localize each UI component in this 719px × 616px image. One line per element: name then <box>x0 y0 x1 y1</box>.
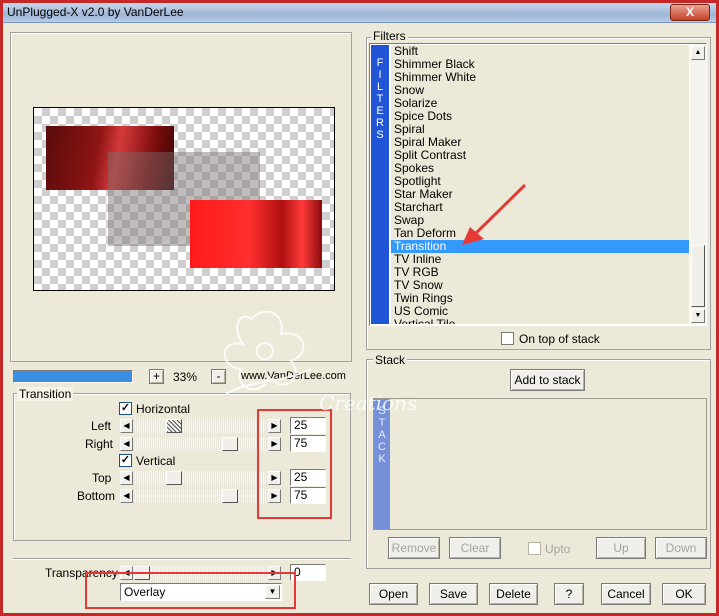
filter-item[interactable]: Shimmer White <box>391 71 689 84</box>
left-slider-thumb[interactable] <box>166 419 182 433</box>
open-button[interactable]: Open <box>369 583 418 605</box>
preview-canvas[interactable] <box>33 107 335 291</box>
help-button[interactable]: ? <box>554 583 584 605</box>
left-decrease-button[interactable]: ◀ <box>120 419 133 433</box>
left-slider-track[interactable] <box>134 419 267 433</box>
right-slider-track[interactable] <box>134 437 267 451</box>
scroll-down-button[interactable]: ▼ <box>691 309 705 323</box>
progress-bar <box>13 370 133 383</box>
filters-list[interactable]: Shift Shimmer Black Shimmer White Snow Solar… <box>391 45 689 324</box>
filters-band: FILTERS <box>371 45 389 324</box>
transition-group-title: Transition <box>17 387 74 401</box>
red-arrow-annotation <box>462 183 527 245</box>
upto-checkbox[interactable] <box>528 542 541 555</box>
horizontal-label: Horizontal <box>136 402 191 416</box>
preview-block-red <box>190 200 322 268</box>
filter-item[interactable]: Spice Dots <box>391 110 689 123</box>
stack-band: STACK <box>374 399 390 529</box>
bottom-decrease-button[interactable]: ◀ <box>120 489 133 503</box>
filters-scrollbar[interactable]: ▲ ▼ <box>690 45 706 324</box>
cancel-button[interactable]: Cancel <box>601 583 651 605</box>
bottom-label: Bottom <box>77 489 116 503</box>
filters-listbox[interactable]: FILTERS Shift Shimmer Black Shimmer White S… <box>369 43 707 326</box>
window-title: UnPlugged-X v2.0 by VanDerLee <box>7 5 184 19</box>
top-decrease-button[interactable]: ◀ <box>120 471 133 485</box>
zoom-value: 33% <box>173 370 198 384</box>
right-decrease-button[interactable]: ◀ <box>120 437 133 451</box>
remove-button[interactable]: Remove <box>388 537 440 559</box>
right-label: Right <box>85 437 114 451</box>
filter-item[interactable]: Starchart <box>391 201 689 214</box>
close-button[interactable]: X <box>670 4 710 21</box>
values-highlight-box <box>257 409 332 519</box>
ok-button[interactable]: OK <box>662 583 706 605</box>
filter-item[interactable]: Split Contrast <box>391 149 689 162</box>
progress-fill <box>14 371 132 382</box>
up-button[interactable]: Up <box>596 537 646 559</box>
stack-listbox[interactable]: STACK <box>373 398 707 530</box>
scroll-thumb[interactable] <box>691 245 705 307</box>
blend-highlight-box <box>85 572 296 609</box>
zoom-in-button[interactable]: + <box>149 369 164 384</box>
on-top-label: On top of stack <box>519 332 600 346</box>
delete-button[interactable]: Delete <box>489 583 538 605</box>
title-bar[interactable]: UnPlugged-X v2.0 by VanDerLee X <box>3 3 716 23</box>
stack-group-title: Stack <box>373 353 408 367</box>
down-button[interactable]: Down <box>655 537 707 559</box>
stack-band-label: STACK <box>378 405 386 465</box>
plugin-window: UnPlugged-X v2.0 by VanDerLee X + 33% - … <box>0 0 719 616</box>
on-top-checkbox[interactable] <box>501 332 514 345</box>
website-link[interactable]: www.VanDerLee.com <box>241 370 346 382</box>
clear-button[interactable]: Clear <box>449 537 501 559</box>
horizontal-checkbox[interactable]: ✓ <box>119 402 132 415</box>
vertical-checkbox[interactable]: ✓ <box>119 454 132 467</box>
bottom-slider-track[interactable] <box>134 489 267 503</box>
add-to-stack-button[interactable]: Add to stack <box>510 369 585 391</box>
zoom-out-button[interactable]: - <box>211 369 226 384</box>
bottom-slider-thumb[interactable] <box>222 489 238 503</box>
top-label: Top <box>92 471 112 485</box>
top-slider-track[interactable] <box>134 471 267 485</box>
filters-band-label: FILTERS <box>376 57 384 141</box>
top-slider-thumb[interactable] <box>166 471 182 485</box>
save-button[interactable]: Save <box>429 583 478 605</box>
separator-line <box>13 558 351 560</box>
right-slider-thumb[interactable] <box>222 437 238 451</box>
vertical-label: Vertical <box>136 454 176 468</box>
left-label: Left <box>91 419 112 433</box>
upto-label: Upto <box>545 542 571 556</box>
filter-item[interactable]: Vertical Tile <box>391 318 689 325</box>
scroll-up-button[interactable]: ▲ <box>691 46 705 60</box>
filters-group-title: Filters <box>371 29 408 43</box>
